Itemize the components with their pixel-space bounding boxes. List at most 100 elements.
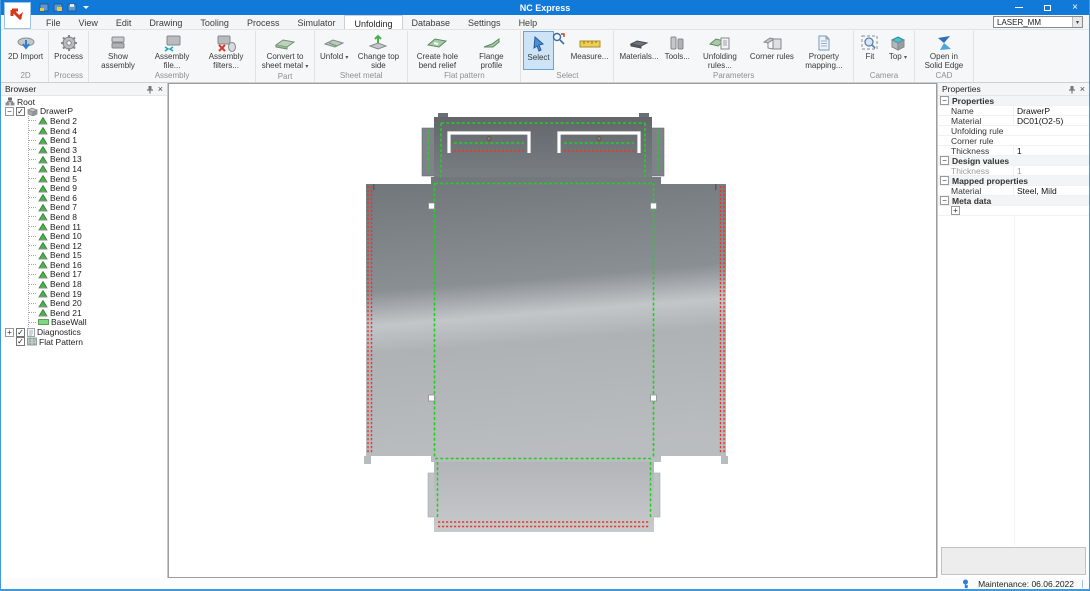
property-category[interactable]: − Design values bbox=[938, 156, 1089, 166]
tree-item-bend[interactable]: Bend 14 bbox=[29, 164, 167, 174]
machine-select-caret-icon[interactable]: ▾ bbox=[1072, 17, 1082, 27]
flat-pattern-checkbox[interactable]: ✓ bbox=[16, 337, 25, 346]
tab-process[interactable]: Process bbox=[238, 15, 289, 29]
collapse-icon[interactable]: − bbox=[940, 96, 949, 105]
tab-tooling[interactable]: Tooling bbox=[191, 15, 238, 29]
tree-item-bend[interactable]: Bend 12 bbox=[29, 241, 167, 251]
browser-close-icon[interactable]: × bbox=[158, 85, 163, 94]
tree-item-bend[interactable]: Bend 4 bbox=[29, 126, 167, 136]
tree-item-bend[interactable]: Bend 8 bbox=[29, 212, 167, 222]
tree-item-bend[interactable]: Bend 17 bbox=[29, 270, 167, 280]
tree-item-bend[interactable]: Bend 21 bbox=[29, 308, 167, 318]
new-document-icon[interactable] bbox=[39, 3, 49, 12]
ribbon-button-unfolding-rules[interactable]: Unfolding rules... bbox=[693, 31, 747, 70]
ribbon-button-assembly-filters[interactable]: Assembly filters... bbox=[199, 31, 253, 70]
part-checkbox[interactable]: ✓ bbox=[16, 107, 25, 116]
tab-simulator[interactable]: Simulator bbox=[288, 15, 344, 29]
tree-item-bend[interactable]: Bend 5 bbox=[29, 174, 167, 184]
handle-hole[interactable] bbox=[597, 137, 601, 141]
tab-help[interactable]: Help bbox=[510, 15, 547, 29]
collapse-icon[interactable]: − bbox=[940, 176, 949, 185]
ribbon-button-property-mapping[interactable]: Property mapping... bbox=[797, 31, 851, 70]
machine-select[interactable]: LASER_MM ▾ bbox=[993, 16, 1083, 28]
zoom-select-icon[interactable] bbox=[552, 32, 565, 50]
tree-item-bend[interactable]: Bend 9 bbox=[29, 183, 167, 193]
ribbon-button-top-view[interactable]: Top ▾ bbox=[884, 31, 912, 70]
tree-item-bend[interactable]: Bend 13 bbox=[29, 155, 167, 165]
property-value[interactable]: DC01(O2-5) bbox=[1013, 116, 1089, 126]
body-corner-tab[interactable] bbox=[721, 456, 728, 464]
property-category[interactable]: − Mapped properties bbox=[938, 176, 1089, 186]
ribbon-button-open-in-solid-edge[interactable]: Open in Solid Edge bbox=[917, 31, 971, 70]
tab-unfolding[interactable]: Unfolding bbox=[344, 15, 402, 29]
ribbon-button-change-top-side[interactable]: Change top side bbox=[351, 31, 405, 70]
tree-item-bend[interactable]: Bend 7 bbox=[29, 203, 167, 213]
tree-item-bend[interactable]: Bend 11 bbox=[29, 222, 167, 232]
property-category[interactable]: − Properties bbox=[938, 96, 1089, 106]
property-value[interactable]: 1 bbox=[1013, 146, 1089, 156]
maximize-button[interactable] bbox=[1033, 0, 1061, 15]
flat-pattern-view[interactable] bbox=[169, 84, 937, 575]
tree-item-bend[interactable]: Bend 2 bbox=[29, 116, 167, 126]
bottom-flange-side-tab[interactable] bbox=[653, 473, 660, 517]
ribbon-button-assembly-file[interactable]: Assembly file... bbox=[145, 31, 199, 70]
tab-file[interactable]: File bbox=[37, 15, 70, 29]
minimize-button[interactable] bbox=[1005, 0, 1033, 15]
ribbon-button-select[interactable]: Select bbox=[523, 31, 553, 70]
viewport-canvas[interactable] bbox=[168, 83, 937, 578]
tree-item-bend[interactable]: Bend 19 bbox=[29, 289, 167, 299]
property-value[interactable]: Steel, Mild bbox=[1013, 186, 1089, 196]
tree-item-diagnostics[interactable]: + ✓ Diagnostics bbox=[1, 327, 167, 337]
ribbon-button-show-assembly[interactable]: Show assembly bbox=[91, 31, 145, 70]
square-hole[interactable] bbox=[429, 203, 435, 209]
save-icon[interactable] bbox=[67, 3, 77, 12]
tab-drawing[interactable]: Drawing bbox=[140, 15, 191, 29]
collapse-icon[interactable]: − bbox=[940, 196, 949, 205]
square-hole[interactable] bbox=[651, 203, 657, 209]
ribbon-button-measure[interactable]: Measure... bbox=[568, 31, 612, 70]
square-hole[interactable] bbox=[429, 395, 435, 401]
tree-item-basewall[interactable]: BaseWall bbox=[29, 318, 167, 328]
ribbon-button-convert-to-sheet-metal[interactable]: Convert to sheet metal ▾ bbox=[258, 31, 312, 71]
quick-access-dropdown-icon[interactable] bbox=[83, 6, 89, 9]
ribbon-button-tools[interactable]: Tools... bbox=[662, 31, 693, 70]
tab-view[interactable]: View bbox=[70, 15, 107, 29]
tree-item-bend[interactable]: Bend 15 bbox=[29, 251, 167, 261]
tab-edit[interactable]: Edit bbox=[107, 15, 141, 29]
collapse-icon[interactable]: − bbox=[940, 156, 949, 165]
tree-item-bend[interactable]: Bend 3 bbox=[29, 145, 167, 155]
tree-item-part[interactable]: − ✓ DrawerP bbox=[1, 107, 167, 117]
ribbon-button-flange-profile[interactable]: Flange profile bbox=[464, 31, 518, 70]
top-flange[interactable] bbox=[434, 117, 652, 182]
expand-icon[interactable]: + bbox=[951, 206, 960, 215]
property-category[interactable]: − Meta data bbox=[938, 196, 1089, 206]
tree-item-bend[interactable]: Bend 20 bbox=[29, 298, 167, 308]
ribbon-button-process[interactable]: Process bbox=[51, 31, 86, 70]
collapse-icon[interactable]: − bbox=[5, 107, 14, 116]
pin-icon[interactable] bbox=[1068, 85, 1076, 94]
diagnostics-checkbox[interactable]: ✓ bbox=[16, 328, 25, 337]
tree-item-bend[interactable]: Bend 16 bbox=[29, 260, 167, 270]
close-button[interactable]: × bbox=[1061, 0, 1089, 15]
pin-icon[interactable] bbox=[146, 85, 154, 94]
ribbon-button-materials[interactable]: Materials... bbox=[616, 31, 661, 70]
main-body[interactable] bbox=[366, 177, 726, 462]
ribbon-button-2d-import[interactable]: 2D Import bbox=[5, 31, 46, 70]
ribbon-button-create-hole-bend-relief[interactable]: Create hole bend relief bbox=[410, 31, 464, 70]
tree-item-bend[interactable]: Bend 6 bbox=[29, 193, 167, 203]
bottom-flange-side-tab[interactable] bbox=[428, 473, 435, 517]
square-hole[interactable] bbox=[651, 395, 657, 401]
ribbon-button-fit[interactable]: Fit bbox=[856, 31, 884, 70]
tree-item-flat-pattern[interactable]: ✓ Flat Pattern bbox=[1, 337, 167, 347]
handle-hole[interactable] bbox=[487, 137, 491, 141]
tree-item-root[interactable]: Root bbox=[1, 97, 167, 107]
properties-close-icon[interactable]: × bbox=[1080, 85, 1085, 94]
tree-item-bend[interactable]: Bend 18 bbox=[29, 279, 167, 289]
tab-settings[interactable]: Settings bbox=[459, 15, 510, 29]
property-value[interactable]: DrawerP bbox=[1013, 106, 1089, 116]
tree-item-bend[interactable]: Bend 1 bbox=[29, 135, 167, 145]
ribbon-button-unfold[interactable]: Unfold ▾ bbox=[317, 31, 351, 70]
tree-item-bend[interactable]: Bend 10 bbox=[29, 231, 167, 241]
expand-icon[interactable]: + bbox=[5, 328, 14, 337]
body-corner-tab[interactable] bbox=[364, 456, 371, 464]
